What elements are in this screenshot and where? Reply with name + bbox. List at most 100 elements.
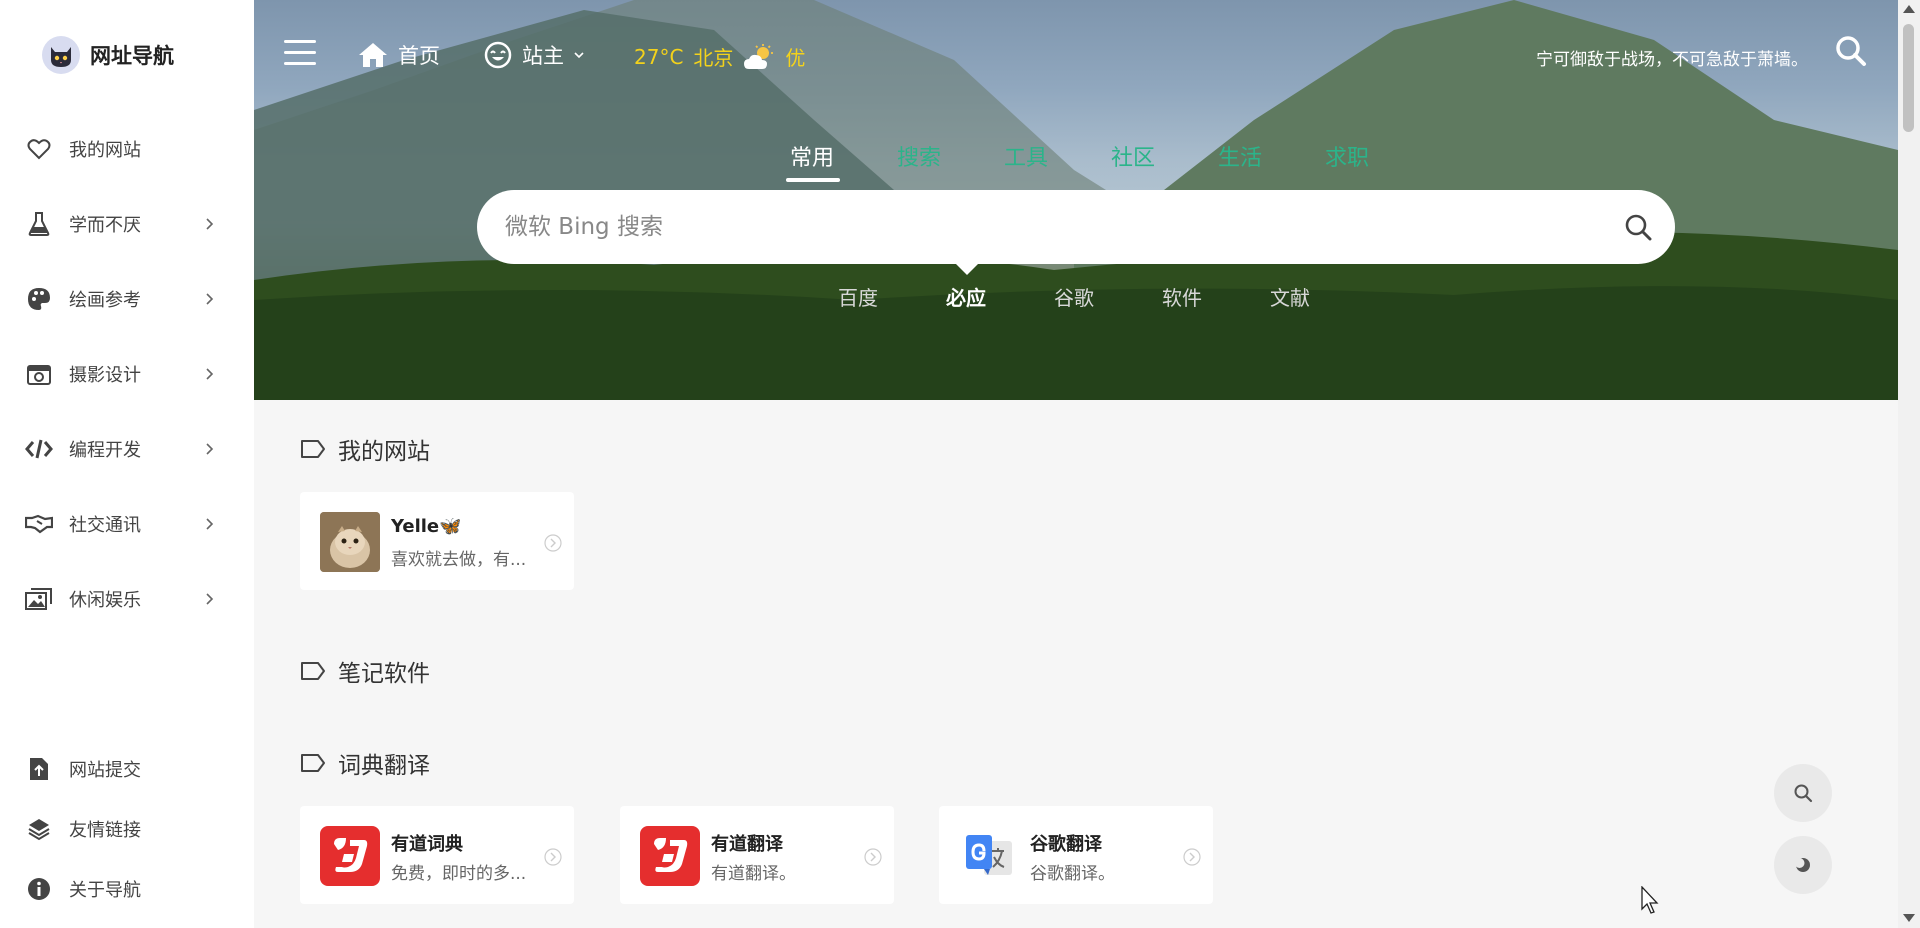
section-title-text: 笔记软件 [338, 661, 430, 687]
file-upload-icon [25, 755, 53, 783]
engine-software[interactable]: 软件 [1162, 282, 1202, 311]
site-card-youdao-dict[interactable]: 有道词典 免费，即时的多... [300, 806, 574, 904]
sidebar-item-label: 我的网站 [69, 140, 141, 161]
header-banner: 首页 站主 27°C 北京 优 宁可御敌于战场，不可急敌于萧墙。 常用 搜索 工… [254, 0, 1898, 400]
sidebar-item-friend-links[interactable]: 友情链接 [0, 799, 254, 859]
sidebar-item-my-sites[interactable]: 我的网站 [0, 119, 254, 179]
menu-line [284, 62, 316, 65]
home-icon [359, 43, 387, 67]
home-label: 首页 [398, 44, 440, 68]
engine-literature[interactable]: 文献 [1270, 282, 1310, 311]
cat-logo-icon [42, 36, 80, 74]
chevron-down-icon [574, 51, 584, 58]
sidebar-item-study[interactable]: 学而不厌 [0, 194, 254, 254]
sidebar-item-submit-site[interactable]: 网站提交 [0, 739, 254, 799]
sidebar-item-drawing[interactable]: 绘画参考 [0, 269, 254, 329]
search-category-tabs: 常用 搜索 工具 社区 生活 求职 [254, 140, 1898, 180]
tab-jobs[interactable]: 求职 [1325, 140, 1369, 172]
floating-search-button[interactable] [1774, 764, 1832, 822]
tab-search[interactable]: 搜索 [897, 140, 941, 172]
card-description: 有道翻译。 [711, 864, 796, 884]
youdao-logo [640, 826, 700, 886]
section-title-my-sites: 我的网站 [300, 432, 430, 466]
arrow-circle-right-icon[interactable] [864, 848, 882, 866]
sidebar-item-label: 学而不厌 [69, 215, 141, 236]
search-icon[interactable] [1834, 34, 1868, 68]
moon-icon [1794, 858, 1810, 872]
scroll-down-arrow-icon[interactable] [1903, 914, 1915, 922]
section-title-notes: 笔记软件 [300, 654, 430, 688]
chevron-right-icon [204, 368, 216, 380]
sidebar-item-label: 绘画参考 [69, 290, 141, 311]
admin-dropdown[interactable]: 站主 [484, 40, 584, 70]
smile-icon [484, 41, 512, 69]
code-icon [25, 435, 53, 463]
search-box [477, 190, 1675, 264]
section-title-dictionary: 词典翻译 [300, 746, 430, 780]
chevron-right-icon [204, 443, 216, 455]
admin-label: 站主 [522, 44, 564, 68]
motto-text: 宁可御敌于战场，不可急敌于萧墙。 [1536, 50, 1808, 70]
top-bar: 首页 站主 27°C 北京 优 宁可御敌于战场，不可急敌于萧墙。 [254, 0, 1898, 112]
cat-avatar-image [320, 512, 380, 572]
sidebar-item-about[interactable]: 关于导航 [0, 859, 254, 919]
search-engine-list: 百度 必应 谷歌 软件 文献 [254, 282, 1898, 314]
theme-toggle-button[interactable] [1774, 836, 1832, 894]
tab-community[interactable]: 社区 [1111, 140, 1155, 172]
handshake-icon [25, 510, 53, 538]
chevron-right-icon [204, 518, 216, 530]
card-title: 有道词典 [391, 834, 463, 855]
scroll-up-arrow-icon[interactable] [1903, 5, 1915, 13]
tab-tools[interactable]: 工具 [1004, 140, 1048, 172]
sidebar-item-label: 关于导航 [69, 880, 141, 901]
sidebar-item-label: 编程开发 [69, 440, 141, 461]
flask-icon [25, 210, 53, 238]
sidebar-item-photography[interactable]: 摄影设计 [0, 344, 254, 404]
sidebar-item-label: 网站提交 [69, 760, 141, 781]
card-title: 有道翻译 [711, 834, 783, 855]
card-description: 谷歌翻译。 [1030, 864, 1115, 884]
sidebar-item-label: 摄影设计 [69, 365, 141, 386]
sidebar-item-label: 社交通讯 [69, 515, 141, 536]
engine-bing[interactable]: 必应 [946, 282, 986, 311]
page-scrollbar[interactable] [1898, 0, 1920, 928]
site-card-youdao-translate[interactable]: 有道翻译 有道翻译。 [620, 806, 894, 904]
home-link[interactable]: 首页 [358, 40, 440, 70]
site-logo[interactable]: 网址导航 [42, 36, 174, 74]
link-icon [25, 815, 53, 843]
engine-google[interactable]: 谷歌 [1054, 282, 1094, 311]
card-description: 免费，即时的多... [391, 864, 527, 884]
hamburger-menu-button[interactable] [284, 40, 316, 68]
heart-icon [25, 135, 53, 163]
partly-cloudy-icon [744, 43, 774, 69]
site-card-yelle[interactable]: Yelle🦋 喜欢就去做，有... [300, 492, 574, 590]
site-card-google-translate[interactable]: 谷歌翻译 谷歌翻译。 [939, 806, 1213, 904]
menu-line [284, 40, 316, 43]
sidebar-item-programming[interactable]: 编程开发 [0, 419, 254, 479]
sidebar-item-leisure[interactable]: 休闲娱乐 [0, 569, 254, 629]
tab-common[interactable]: 常用 [790, 140, 834, 172]
section-title-text: 词典翻译 [338, 753, 430, 779]
images-icon [25, 585, 53, 613]
mouse-cursor-icon [1641, 886, 1659, 914]
tag-icon [301, 662, 325, 680]
scroll-thumb[interactable] [1903, 24, 1914, 132]
engine-baidu[interactable]: 百度 [838, 282, 878, 311]
weather-widget[interactable]: 27°C 北京 优 [634, 42, 805, 71]
chevron-right-icon [204, 218, 216, 230]
weather-city: 北京 [693, 46, 734, 70]
tab-life[interactable]: 生活 [1218, 140, 1262, 172]
search-icon [1794, 784, 1813, 803]
google-translate-logo [959, 826, 1019, 886]
menu-line [284, 51, 316, 54]
site-name: 网址导航 [90, 44, 174, 68]
search-input[interactable] [505, 190, 1585, 264]
arrow-circle-right-icon[interactable] [544, 848, 562, 866]
arrow-circle-right-icon[interactable] [544, 534, 562, 552]
sidebar-item-social[interactable]: 社交通讯 [0, 494, 254, 554]
search-submit-icon[interactable] [1623, 212, 1653, 242]
main-content: 我的网站 Yelle🦋 喜欢就去做，有... 笔记软件 词典翻译 有道词典 免费… [254, 400, 1898, 928]
sidebar-item-label: 友情链接 [69, 820, 141, 841]
sidebar: 网址导航 我的网站 学而不厌 绘画参考 摄影设计 编程开发 社交通讯 休闲娱乐 … [0, 0, 254, 928]
arrow-circle-right-icon[interactable] [1183, 848, 1201, 866]
